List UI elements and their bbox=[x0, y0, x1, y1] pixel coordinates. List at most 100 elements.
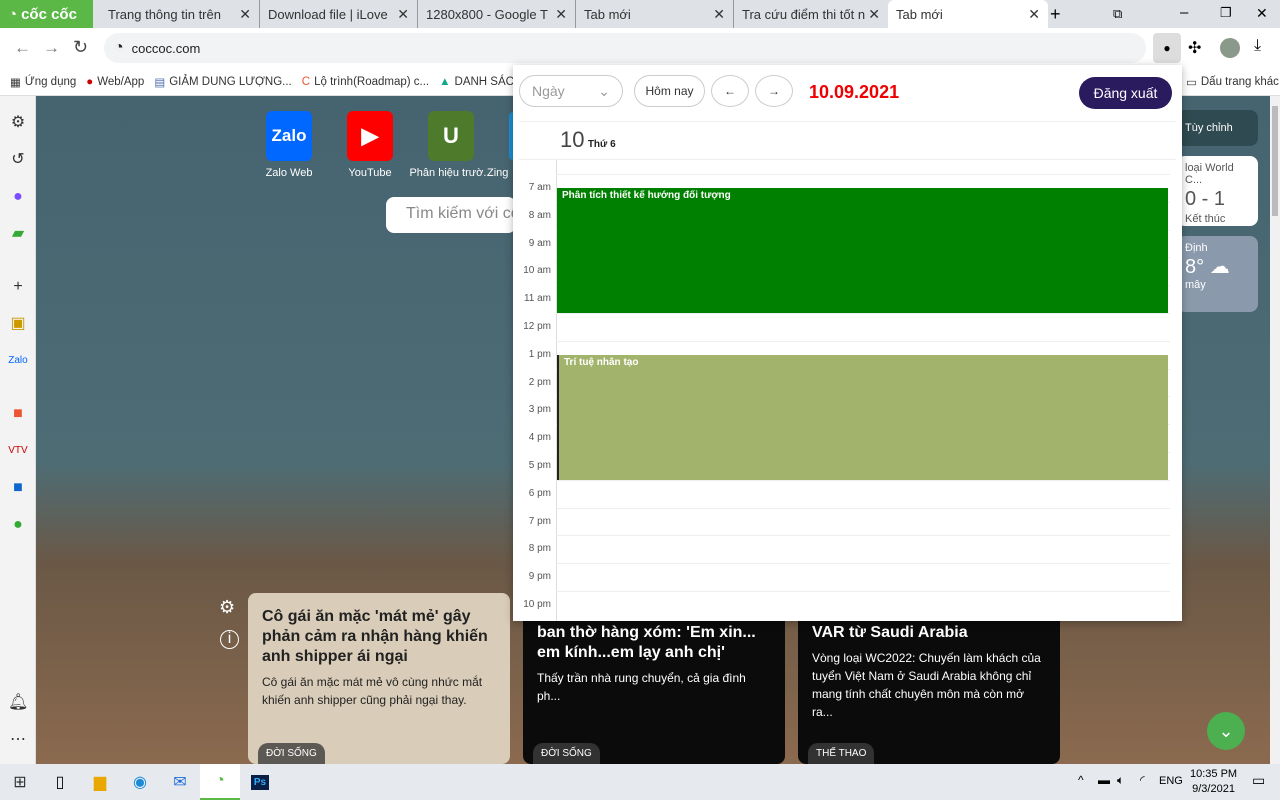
weather-desc: mây bbox=[1185, 279, 1206, 291]
volume-icon[interactable]: 🔈︎ bbox=[1117, 773, 1124, 788]
settings-gear-icon[interactable]: ⚙ bbox=[8, 113, 28, 133]
tiki-icon[interactable]: ■ bbox=[8, 478, 28, 498]
coccoc-menu-button[interactable]: ◔ cốc cốc bbox=[0, 0, 93, 28]
game-icon[interactable]: ▰ bbox=[8, 224, 28, 244]
hour-label: 10 pm bbox=[523, 599, 551, 610]
hour-line bbox=[556, 174, 1170, 175]
current-date: 10.09.2021 bbox=[809, 82, 900, 102]
add-icon[interactable]: + bbox=[8, 277, 28, 297]
news-title: Cô gái ăn mặc 'mát mẻ' gây phản cảm ra n… bbox=[262, 608, 488, 665]
history-icon[interactable]: ↺ bbox=[8, 150, 28, 170]
news-card[interactable]: Cô gái ăn mặc 'mát mẻ' gây phản cảm ra n… bbox=[248, 593, 510, 764]
shortcut-zalo[interactable]: Zalo Zalo Web bbox=[244, 111, 334, 179]
bookmark[interactable]: ▤ GIẢM DUNG LƯỢNG... bbox=[154, 75, 291, 89]
tray-chevron-icon[interactable]: ^ bbox=[1078, 773, 1084, 787]
tab[interactable]: Download file | iLove ✕ bbox=[260, 0, 418, 28]
new-tab-button[interactable]: + bbox=[1050, 4, 1061, 25]
windows-start-icon[interactable]: ⊞ bbox=[0, 764, 40, 800]
tab[interactable]: 1280x800 - Google T ✕ bbox=[418, 0, 576, 28]
shortcut-youtube[interactable]: ▶ YouTube bbox=[325, 111, 415, 179]
shopee-icon[interactable]: ■ bbox=[8, 404, 28, 424]
tab-active[interactable]: Tab mới ✕ bbox=[888, 0, 1048, 28]
tab-title: Tra cứu điểm thi tốt n bbox=[742, 6, 866, 22]
coccoc-taskbar-icon[interactable]: ◔ bbox=[200, 764, 240, 800]
edge-icon[interactable]: ◉ bbox=[120, 764, 160, 800]
more-icon[interactable]: ⋯ bbox=[8, 730, 28, 750]
close-icon[interactable]: ✕ bbox=[239, 6, 251, 23]
hour-label: 10 am bbox=[523, 265, 551, 277]
scrollbar[interactable] bbox=[1270, 96, 1280, 764]
zalo-icon[interactable]: Zalo bbox=[8, 351, 28, 371]
messenger-icon[interactable]: ● bbox=[8, 187, 28, 207]
contacts-icon[interactable]: ▣ bbox=[8, 314, 28, 334]
tab[interactable]: Trang thông tin trên ✕ bbox=[100, 0, 260, 28]
notification-center-icon[interactable]: ▭ bbox=[1252, 772, 1265, 789]
customize-page-button[interactable]: Tùy chỉnh trang bbox=[1177, 110, 1258, 146]
calendar-extension-icon[interactable]: ● bbox=[1153, 33, 1181, 63]
news-settings-icon[interactable]: ⚙ bbox=[219, 597, 235, 618]
back-button[interactable]: ← bbox=[14, 38, 31, 58]
tab-title: 1280x800 - Google T bbox=[426, 6, 548, 22]
hour-line bbox=[556, 479, 1170, 481]
bookmark[interactable]: C Lộ trình(Roadmap) c... bbox=[302, 76, 429, 88]
score-widget[interactable]: loại World C... 0 - 1 Kết thúc bbox=[1177, 156, 1258, 226]
downloads-icon[interactable]: ⤓ bbox=[1254, 37, 1261, 55]
forward-button[interactable]: → bbox=[43, 38, 60, 58]
close-icon[interactable]: ✕ bbox=[713, 6, 725, 23]
site-icon: ◔ bbox=[114, 39, 124, 56]
hour-line bbox=[556, 535, 1170, 537]
tab-title: Trang thông tin trên bbox=[108, 6, 221, 22]
search-input[interactable]: Tìm kiếm với cốc cốc bbox=[386, 197, 516, 233]
photoshop-icon[interactable]: Ps bbox=[240, 764, 280, 800]
tab[interactable]: Tab mới ✕ bbox=[576, 0, 734, 28]
prev-button[interactable]: ← bbox=[711, 75, 749, 107]
weather-widget[interactable]: Định 8° ☁ mây bbox=[1177, 236, 1258, 312]
hour-label: 4 pm bbox=[528, 432, 551, 444]
hour-label: 8 am bbox=[528, 209, 551, 221]
hour-label: 1 pm bbox=[528, 348, 551, 360]
wifi-icon[interactable]: ◜ bbox=[1140, 773, 1145, 787]
search-tabs-icon[interactable]: ⧉ bbox=[1113, 6, 1122, 22]
close-window-button[interactable]: ✕ bbox=[1256, 5, 1268, 22]
chevron-down-icon: ⌄ bbox=[598, 82, 610, 99]
close-icon[interactable]: ✕ bbox=[868, 6, 880, 23]
page-icon: ▤ bbox=[154, 76, 166, 89]
clock[interactable]: 10:35 PM 9/3/2021 bbox=[1190, 767, 1237, 797]
coccoc-logo-icon: ◔ bbox=[8, 5, 18, 23]
reload-button[interactable]: ↻ bbox=[73, 37, 88, 58]
close-icon[interactable]: ✕ bbox=[397, 6, 409, 23]
maximize-button[interactable]: ❐ bbox=[1220, 5, 1232, 21]
calendar-event[interactable]: Phân tích thiết kế hướng đối tượng bbox=[557, 188, 1168, 314]
scroll-down-button[interactable]: ⌄ bbox=[1207, 712, 1245, 750]
extensions-puzzle-icon[interactable]: ✣ bbox=[1188, 38, 1201, 58]
avatar[interactable] bbox=[1220, 38, 1240, 58]
minimize-button[interactable]: – bbox=[1180, 4, 1188, 21]
address-bar[interactable]: ◔ coccoc.com bbox=[104, 33, 1146, 63]
language-indicator[interactable]: ENG bbox=[1159, 775, 1183, 787]
shortcut-phan-hieu[interactable]: U Phân hiệu trườ... bbox=[406, 111, 496, 179]
shortcut-zing[interactable]: Zing bbox=[487, 111, 513, 179]
mail-icon[interactable]: ✉ bbox=[160, 764, 200, 800]
battery-icon[interactable]: ▬ bbox=[1098, 773, 1110, 787]
view-select[interactable]: Ngày ⌄ bbox=[519, 75, 623, 107]
today-button[interactable]: Hôm nay bbox=[634, 75, 705, 107]
close-icon[interactable]: ✕ bbox=[1028, 6, 1040, 23]
tab[interactable]: Tra cứu điểm thi tốt n ✕ bbox=[734, 0, 888, 28]
logout-button[interactable]: Đăng xuất bbox=[1079, 77, 1172, 109]
hour-line bbox=[556, 340, 1170, 342]
bookmark-apps[interactable]: ▦ Ứng dụng bbox=[10, 75, 76, 89]
scrollbar-thumb[interactable] bbox=[1272, 106, 1278, 216]
hour-label: 9 am bbox=[528, 237, 551, 249]
hour-label: 7 am bbox=[528, 182, 551, 193]
vtv-icon[interactable]: VTV bbox=[8, 441, 28, 461]
football-icon[interactable]: ● bbox=[8, 515, 28, 535]
info-icon[interactable]: i bbox=[220, 630, 239, 649]
notifications-bell-icon[interactable]: 🔔︎ bbox=[8, 693, 28, 713]
file-explorer-icon[interactable]: ▆ bbox=[80, 764, 120, 800]
next-button[interactable]: → bbox=[755, 75, 793, 107]
task-view-icon[interactable]: ▯ bbox=[40, 764, 80, 800]
calendar-event[interactable]: Trí tuệ nhân tạo bbox=[557, 354, 1168, 480]
close-icon[interactable]: ✕ bbox=[555, 6, 567, 23]
bookmark[interactable]: ● Web/App bbox=[86, 76, 144, 88]
other-bookmarks[interactable]: ▭ Dấu trang khác bbox=[1186, 75, 1279, 89]
